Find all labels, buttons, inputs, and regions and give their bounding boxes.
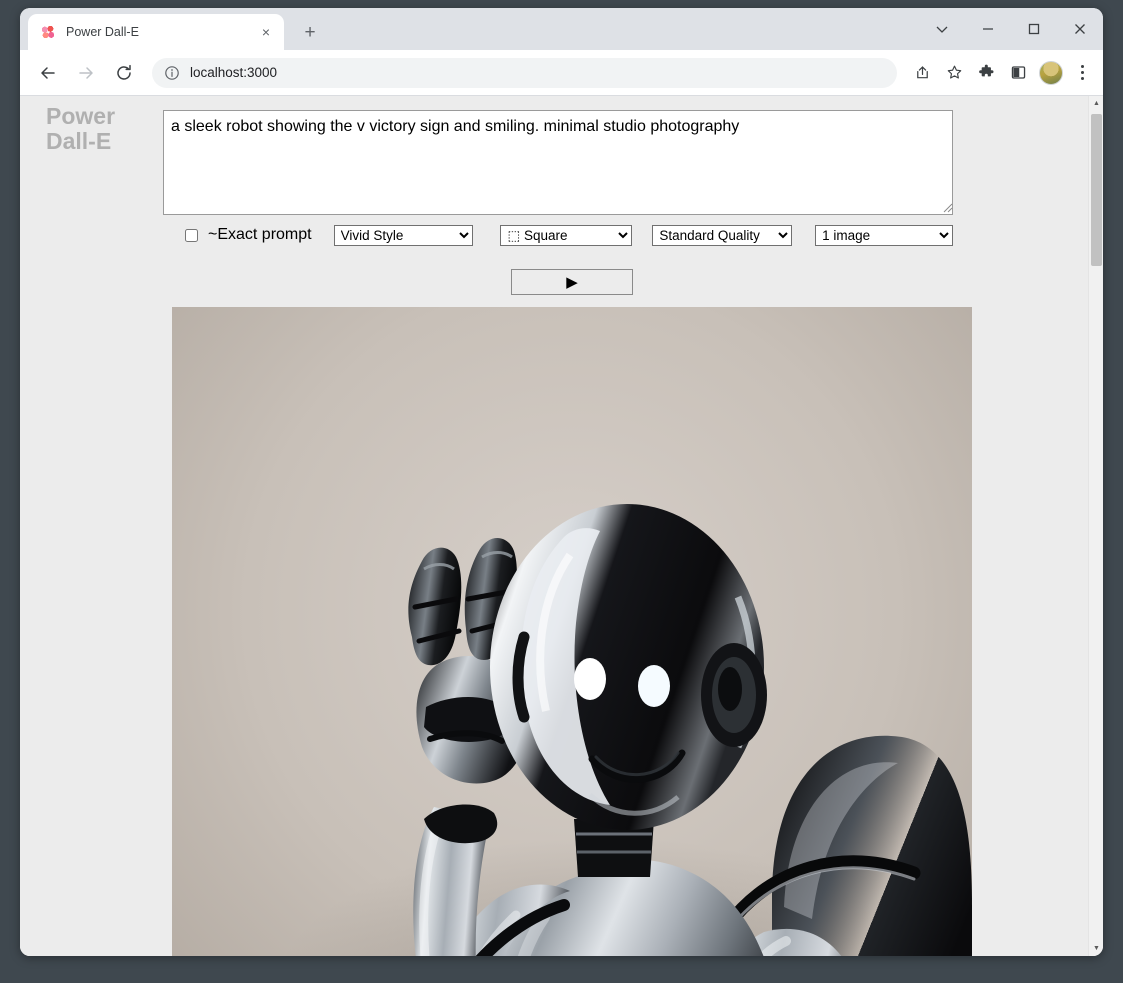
generation-options-row: ~Exact prompt Vivid Style ⬚ Square Stand… [163,224,953,246]
browser-tab[interactable]: Power Dall-E × [28,14,284,50]
new-tab-button[interactable]: + [296,19,324,47]
forward-icon[interactable] [70,57,102,89]
image-count-select[interactable]: 1 image [815,225,953,246]
browser-toolbar: localhost:3000 [20,50,1103,96]
close-window-icon[interactable] [1057,8,1103,50]
browser-menu-icon[interactable] [1069,58,1095,88]
back-icon[interactable] [32,57,64,89]
share-icon[interactable] [907,58,937,88]
minimize-icon[interactable] [965,8,1011,50]
url-text: localhost:3000 [190,65,277,80]
favicon-icon [40,24,56,40]
reload-icon[interactable] [108,57,140,89]
style-select[interactable]: Vivid Style [334,225,474,246]
side-panel-icon[interactable] [1003,58,1033,88]
generate-button[interactable]: ▶ [511,269,633,295]
scroll-up-arrow-icon[interactable]: ▲ [1089,96,1103,111]
close-tab-icon[interactable]: × [256,22,276,42]
exact-prompt-checkbox[interactable] [185,229,198,242]
tab-title: Power Dall-E [66,25,256,39]
exact-prompt-label: ~Exact prompt [208,226,312,244]
scrollbar-thumb[interactable] [1091,114,1102,266]
page-viewport: Power Dall-E ~Exact prompt Vivid Style ⬚… [20,96,1103,956]
maximize-icon[interactable] [1011,8,1057,50]
address-bar[interactable]: localhost:3000 [152,58,897,88]
bookmark-star-icon[interactable] [939,58,969,88]
extensions-puzzle-icon[interactable] [971,58,1001,88]
generated-image[interactable] [172,307,972,956]
browser-window: Power Dall-E × + [20,8,1103,956]
page-title: Power Dall-E [46,104,166,155]
scroll-down-arrow-icon[interactable]: ▼ [1089,941,1103,956]
profile-avatar[interactable] [1039,61,1063,85]
site-info-icon[interactable] [164,65,180,81]
tab-search-icon[interactable] [919,8,965,50]
exact-prompt-toggle[interactable]: ~Exact prompt [163,226,312,244]
page-scrollbar[interactable]: ▲ ▼ [1088,96,1103,956]
page-content: Power Dall-E ~Exact prompt Vivid Style ⬚… [20,96,1088,956]
prompt-input[interactable] [163,110,953,215]
tab-strip: Power Dall-E × + [20,8,1103,50]
size-select[interactable]: ⬚ Square [500,225,632,246]
window-controls [919,8,1103,50]
quality-select[interactable]: Standard Quality [652,225,792,246]
